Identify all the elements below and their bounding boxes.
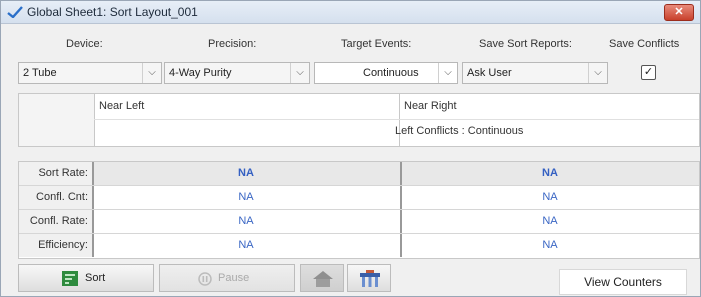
near-right-value: NA: [400, 210, 698, 233]
near-right-value: NA: [400, 186, 698, 209]
target-events-value: Continuous: [363, 67, 419, 79]
near-right-title[interactable]: Near Right: [404, 100, 457, 112]
near-right-detail: Left Conflicts : Continuous: [395, 125, 524, 137]
pause-button-label: Pause: [218, 272, 250, 284]
settings-row: 2 Tube ⌵ 4-Way Purity ⌵ Continuous ⌵ Ask…: [1, 58, 700, 86]
precision-value: 4-Way Purity: [169, 67, 232, 79]
pause-icon: [198, 272, 212, 286]
counters-grid: Sort Rate: NA NA Confl. Cnt: NA NA Confl…: [18, 161, 700, 259]
panel-rule: [94, 119, 699, 120]
sort-layout-panel: Near Left Near Right Left Conflicts : Co…: [18, 93, 700, 147]
near-right-value: NA: [400, 162, 698, 185]
sort-button[interactable]: Sort: [18, 264, 154, 292]
sort-button-label: Sort: [85, 272, 106, 284]
save-sort-reports-select[interactable]: Ask User ⌵: [462, 62, 608, 84]
row-label: Confl. Rate:: [19, 210, 94, 233]
near-left-value: NA: [238, 167, 254, 179]
window-title: Global Sheet1: Sort Layout_001: [27, 5, 198, 19]
chevron-down-icon[interactable]: ⌵: [142, 63, 161, 83]
precision-label: Precision:: [208, 38, 257, 50]
row-label: Confl. Cnt:: [19, 186, 94, 209]
home-icon: [313, 271, 333, 287]
save-sort-reports-label: Save Sort Reports:: [479, 38, 572, 50]
near-right-value: NA: [400, 234, 698, 257]
panel-divider: [399, 94, 400, 146]
panel-stub: [19, 94, 95, 146]
device-select[interactable]: 2 Tube ⌵: [18, 62, 162, 84]
home-button[interactable]: [300, 264, 344, 292]
chevron-down-icon[interactable]: ⌵: [438, 63, 457, 83]
sort-icon: [62, 271, 78, 286]
near-left-title[interactable]: Near Left: [99, 100, 144, 112]
checkmark-app-icon: [7, 6, 23, 18]
table-row[interactable]: Confl. Rate: NA NA: [19, 210, 699, 234]
target-events-select[interactable]: Continuous ⌵: [314, 62, 458, 84]
table-row[interactable]: Efficiency: NA NA: [19, 234, 699, 258]
pause-button[interactable]: Pause: [159, 264, 295, 292]
sort-layout-window: Global Sheet1: Sort Layout_001 ✕ Device:…: [0, 0, 701, 297]
chevron-down-icon[interactable]: ⌵: [588, 63, 607, 83]
row-label: Efficiency:: [19, 234, 94, 257]
row-label: Sort Rate:: [19, 162, 94, 185]
near-left-value: NA: [238, 191, 254, 203]
title-bar[interactable]: Global Sheet1: Sort Layout_001 ✕: [1, 1, 700, 24]
save-conflicts-label: Save Conflicts: [609, 38, 680, 50]
close-button[interactable]: ✕: [664, 4, 694, 21]
device-value: 2 Tube: [23, 67, 57, 79]
save-sort-reports-value: Ask User: [467, 67, 512, 79]
tube-rack-icon: [360, 270, 380, 287]
near-left-value: NA: [238, 239, 254, 251]
table-row[interactable]: Confl. Cnt: NA NA: [19, 186, 699, 210]
near-left-value: NA: [238, 215, 254, 227]
view-counters-button[interactable]: View Counters: [559, 269, 687, 295]
precision-select[interactable]: 4-Way Purity ⌵: [164, 62, 310, 84]
save-conflicts-checkbox[interactable]: ✓: [641, 65, 656, 80]
target-events-label: Target Events:: [341, 38, 412, 50]
tube-rack-button[interactable]: [347, 264, 391, 292]
table-row[interactable]: Sort Rate: NA NA: [19, 162, 699, 186]
chevron-down-icon[interactable]: ⌵: [290, 63, 309, 83]
device-label: Device:: [66, 38, 103, 50]
